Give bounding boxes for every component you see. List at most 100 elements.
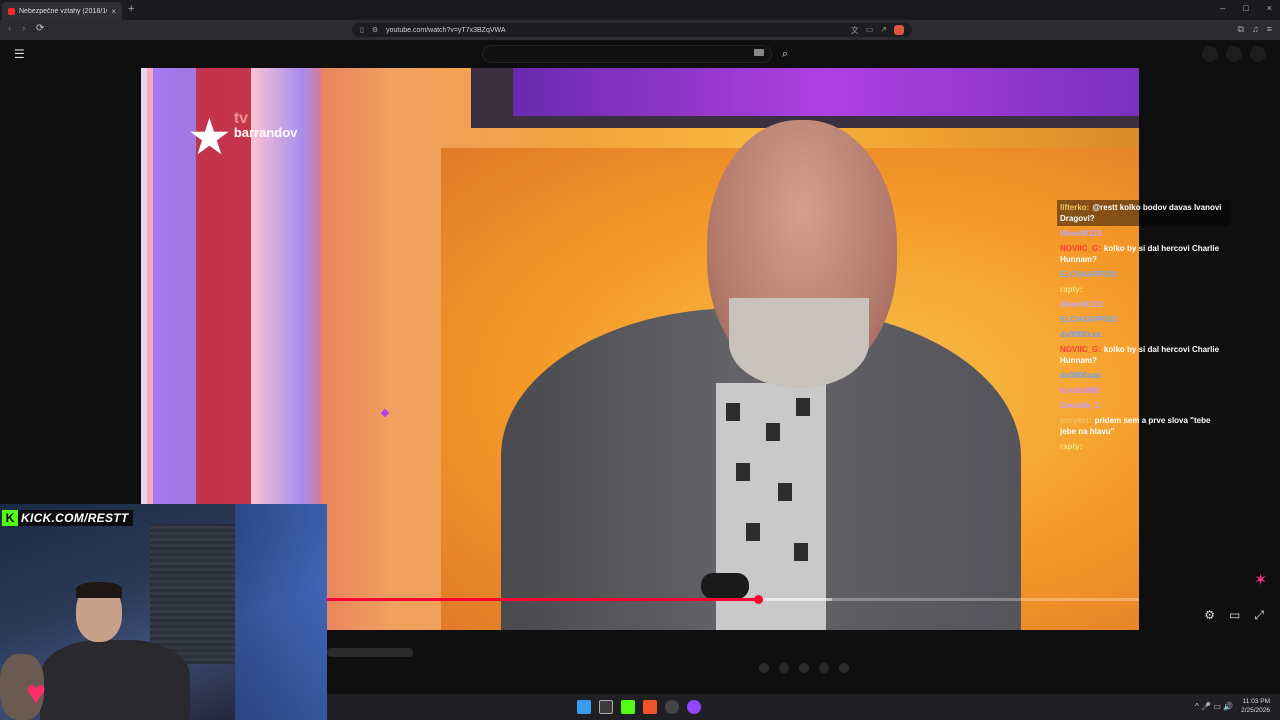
chat-message: rapty: (1057, 439, 1229, 454)
webcam-background-light (235, 504, 327, 720)
chat-username[interactable]: NOVIIC_G: (1060, 244, 1101, 253)
close-window-button[interactable]: × (1267, 3, 1272, 13)
menu-icon[interactable]: ☰ (14, 47, 25, 61)
extensions-icon[interactable]: ⧉ (1238, 24, 1244, 35)
chat-username[interactable]: ELCHAAPPOO: (1060, 270, 1119, 279)
kick-url-text: KICK.COM/RESTT (21, 511, 129, 525)
kick-logo-icon: K (2, 510, 18, 526)
keyboard-icon[interactable] (754, 49, 764, 56)
chat-username[interactable]: lifterko: (1060, 203, 1089, 212)
star-logo-icon: ✶ (1254, 572, 1268, 589)
brave-browser-icon[interactable] (643, 700, 657, 714)
new-tab-button[interactable]: + (128, 3, 134, 15)
youtube-header: ☰ ⌕ (0, 40, 1280, 68)
chat-username[interactable]: rapty: (1060, 442, 1082, 451)
browser-menu-icon[interactable]: ≡ (1267, 24, 1272, 35)
clock-date: 2/25/2026 (1241, 707, 1270, 714)
search-button[interactable]: ⌕ (775, 45, 795, 63)
logo-tv-text: tv (233, 110, 249, 127)
chat-username[interactable]: jerryket: (1060, 416, 1092, 425)
chat-message: WeeeW123: (1057, 297, 1229, 312)
tab-close-icon[interactable]: × (111, 7, 116, 16)
chat-username[interactable]: dx0000xxx: (1060, 371, 1103, 380)
windows-start-icon[interactable] (577, 700, 591, 714)
chat-username[interactable]: NOVIIC_G: (1060, 345, 1101, 354)
chat-username[interactable]: dx0000xxx: (1060, 330, 1103, 339)
window-controls: – □ × (1220, 3, 1272, 13)
url-bar[interactable]: ▯ ⚙ youtube.com/watch?v=yT7x3BZqVWA 文 ▭ … (352, 23, 912, 37)
browser-tab-strip: Nebezpečné vztahy (2018/10 × + – □ × (0, 0, 1280, 20)
chat-message: dx0000xxx: (1057, 327, 1229, 342)
studio-monitor-screen (513, 68, 1139, 116)
maximize-button[interactable]: □ (1243, 3, 1248, 13)
clock[interactable]: 11:03 PM 2/25/2026 (1241, 697, 1270, 715)
chat-overlay: lifterko: @restt kolko bodov davas Ivanov… (1057, 200, 1229, 454)
kick-app-icon[interactable] (621, 700, 635, 714)
browser-tab[interactable]: Nebezpečné vztahy (2018/10 × (2, 2, 122, 20)
chat-message: NOVIIC_G: kolko by si dal hercovi Charlie… (1057, 342, 1229, 368)
chat-message: dx0000xxx: (1057, 368, 1229, 383)
minimize-button[interactable]: – (1220, 3, 1225, 13)
chat-message: jerryket: pridem sem a prve slova "tebe j… (1057, 413, 1229, 439)
forward-button[interactable]: › (22, 23, 25, 34)
chat-message: WeeeW123 (1057, 226, 1229, 241)
carousel-dots (759, 663, 849, 673)
header-actions (1202, 46, 1266, 62)
video-progress-bar[interactable] (327, 595, 1139, 604)
chat-message: ELCHAAPPOO: (1057, 312, 1229, 327)
streamer-body (40, 640, 190, 720)
star-logo-icon: ★ (187, 109, 232, 165)
player-controls: ⚙ ▭ ⤢ (1204, 608, 1264, 623)
url-actions: 文 ▭ ↗ (851, 24, 904, 36)
chat-message: toretto888: (1057, 383, 1229, 398)
system-tray: ^ 🎤 ▭ 🔊 11:03 PM 2/25/2026 (1195, 697, 1270, 715)
create-icon[interactable] (1202, 46, 1218, 62)
streamer-webcam: ♥ K KICK.COM/RESTT (0, 504, 327, 720)
chrome-icon[interactable] (665, 700, 679, 714)
channel-logo: ★ tv barrandov (187, 109, 298, 165)
twitch-icon[interactable] (687, 700, 701, 714)
brave-shield-icon[interactable] (894, 24, 904, 35)
chat-username[interactable]: WeeeW123: (1060, 300, 1104, 309)
reload-button[interactable]: ⟳ (36, 23, 44, 34)
chat-username[interactable]: Davidek_1: (1060, 401, 1102, 410)
avatar[interactable] (1250, 46, 1266, 62)
youtube-favicon-icon (8, 7, 15, 15)
chat-username[interactable]: WeeeW123 (1060, 229, 1102, 238)
xbox-icon[interactable] (599, 700, 613, 714)
media-icon[interactable]: ♫ (1252, 24, 1259, 35)
tray-icons[interactable]: ^ 🎤 ▭ 🔊 (1195, 702, 1233, 711)
progress-played (327, 598, 759, 601)
chat-message: Davidek_1: (1057, 398, 1229, 413)
share-icon[interactable]: ↗ (880, 25, 887, 36)
site-info-icon[interactable]: ⚙ (372, 26, 378, 34)
fullscreen-icon[interactable]: ⤢ (1254, 608, 1264, 623)
notifications-icon[interactable] (1226, 46, 1242, 62)
title-placeholder (327, 648, 413, 657)
microphone (701, 573, 749, 599)
tab-title: Nebezpečné vztahy (2018/10 (19, 7, 108, 15)
bookmark-icon[interactable]: ▯ (360, 26, 364, 34)
webcam-window-blinds (150, 524, 235, 664)
chat-message: lifterko: @restt kolko bodov davas Ivanov… (1057, 200, 1229, 226)
search-input[interactable] (482, 45, 772, 63)
theater-mode-icon[interactable]: ▭ (1229, 608, 1240, 623)
heart-icon: ♥ (26, 674, 47, 712)
toolbar-extensions: ⧉ ♫ ≡ (1238, 24, 1272, 35)
chat-message: NOVIIC_G: kolko by si dal hercovi Charlie… (1057, 241, 1229, 267)
below-video-area (327, 630, 1139, 694)
screen-icon[interactable]: ▭ (866, 25, 874, 36)
windows-taskbar: ^ 🎤 ▭ 🔊 11:03 PM 2/25/2026 (327, 694, 1280, 720)
settings-gear-icon[interactable]: ⚙ (1204, 608, 1215, 623)
address-toolbar: ‹ › ⟳ ▯ ⚙ youtube.com/watch?v=yT7x3BZqVW… (0, 20, 1280, 40)
streamer-hair (76, 582, 122, 598)
logo-brand-text: barrandov (233, 125, 298, 140)
kick-banner: K KICK.COM/RESTT (2, 510, 133, 526)
translate-icon[interactable]: 文 (851, 25, 859, 36)
chat-username[interactable]: ELCHAAPPOO: (1060, 315, 1119, 324)
chat-username[interactable]: rapty: (1060, 285, 1082, 294)
back-button[interactable]: ‹ (8, 23, 11, 34)
chat-username[interactable]: toretto888: (1060, 386, 1101, 395)
taskbar-apps (577, 700, 701, 714)
url-text: youtube.com/watch?v=yT7x3BZqVWA (386, 26, 506, 34)
